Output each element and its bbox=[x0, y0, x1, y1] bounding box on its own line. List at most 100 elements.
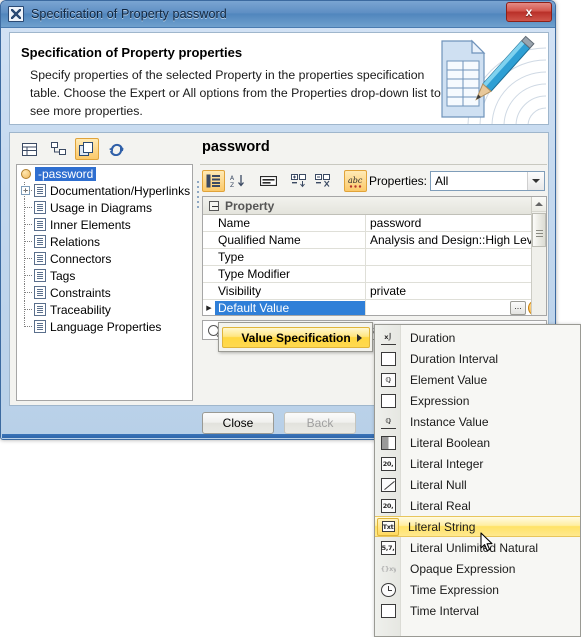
expand-all-icon[interactable] bbox=[288, 170, 311, 192]
menu-item-label: Literal Boolean bbox=[410, 435, 491, 450]
table-group-header[interactable]: Property bbox=[203, 197, 546, 215]
row-value[interactable] bbox=[365, 249, 546, 265]
menu-item-duration-interval[interactable]: Duration Interval bbox=[375, 348, 580, 369]
tree-toolbar bbox=[12, 136, 194, 162]
row-name: Default Value bbox=[215, 301, 365, 315]
collapse-all-icon[interactable] bbox=[312, 170, 335, 192]
tree-guide bbox=[21, 216, 34, 233]
sidebar-item-tags[interactable]: Tags bbox=[17, 267, 192, 284]
menu-item-instance-value[interactable]: ℚ Instance Value bbox=[375, 411, 580, 432]
menu-item-duration[interactable]: x⌡ Duration bbox=[375, 327, 580, 348]
literal-string-icon: Txt bbox=[377, 517, 399, 536]
menu-item-literal-null[interactable]: Literal Null bbox=[375, 474, 580, 495]
table-row[interactable]: Type Modifier bbox=[203, 266, 546, 283]
table-row-default-value[interactable]: ▶ Default Value ... bbox=[203, 300, 546, 315]
menu-item-label: Literal Null bbox=[410, 477, 467, 492]
menu-item-literal-integer[interactable]: 20, Literal Integer bbox=[375, 453, 580, 474]
properties-select-value: All bbox=[435, 174, 449, 188]
row-value[interactable]: Analysis and Design::High Level ... bbox=[365, 232, 546, 248]
menu-item-literal-string[interactable]: Txt Literal String bbox=[375, 516, 580, 537]
table-row[interactable]: Qualified Name Analysis and Design::High… bbox=[203, 232, 546, 249]
sidebar-item-traceability[interactable]: Traceability bbox=[17, 301, 192, 318]
properties-toolbar: A Z abc Properties: All bbox=[202, 168, 547, 195]
properties-select[interactable]: All bbox=[430, 171, 545, 191]
document-pencil-illustration bbox=[441, 35, 547, 124]
document-icon bbox=[34, 184, 46, 197]
chevron-down-icon[interactable] bbox=[527, 172, 544, 190]
literal-unlimited-natural-icon: 5,7, bbox=[375, 537, 401, 558]
submenu-arrow-icon bbox=[357, 333, 362, 342]
svg-text:Z: Z bbox=[230, 182, 234, 188]
menu-item-label: Expression bbox=[410, 393, 470, 408]
menu-item-time-interval[interactable]: Time Interval bbox=[375, 600, 580, 621]
tree-item-label: Relations bbox=[50, 234, 101, 249]
page-title: password bbox=[202, 139, 270, 155]
sidebar-item-usage-in-diagrams[interactable]: Usage in Diagrams bbox=[17, 199, 192, 216]
sidebar-item-documentation[interactable]: + Documentation/Hyperlinks bbox=[17, 182, 192, 199]
table-row[interactable]: Visibility private bbox=[203, 283, 546, 300]
svg-text:A: A bbox=[230, 175, 235, 182]
row-expand-marker[interactable]: ▶ bbox=[203, 304, 215, 312]
properties-table[interactable]: Property Name password Qualified Name An… bbox=[202, 196, 547, 316]
tree-view-icon[interactable] bbox=[46, 138, 70, 160]
menu-item-label: Duration Interval bbox=[410, 351, 499, 366]
panel-splitter[interactable] bbox=[196, 178, 200, 388]
row-value[interactable]: password bbox=[365, 215, 546, 231]
menu-item-expression[interactable]: Expression bbox=[375, 390, 580, 411]
menu-item-element-value[interactable]: ℚ Element Value bbox=[375, 369, 580, 390]
copy-view-icon[interactable] bbox=[75, 138, 99, 160]
menu-item-literal-unlimited-natural[interactable]: 5,7, Literal Unlimited Natural bbox=[375, 537, 580, 558]
divider bbox=[200, 164, 547, 165]
back-button[interactable]: Back bbox=[284, 412, 356, 434]
expand-icon[interactable]: + bbox=[21, 186, 30, 195]
table-view-icon[interactable] bbox=[17, 138, 41, 160]
sidebar-item-relations[interactable]: Relations bbox=[17, 233, 192, 250]
literal-boolean-icon bbox=[375, 432, 401, 453]
tree-guide bbox=[21, 199, 34, 216]
table-row[interactable]: Type bbox=[203, 249, 546, 266]
group-by-category-icon[interactable] bbox=[202, 170, 225, 192]
opaque-expression-icon: {}xy bbox=[380, 564, 396, 573]
property-icon bbox=[21, 168, 31, 179]
open-editor-button[interactable]: ... bbox=[510, 301, 526, 315]
tree-item-label: Inner Elements bbox=[50, 217, 131, 232]
sidebar-item-connectors[interactable]: Connectors bbox=[17, 250, 192, 267]
value-specification-submenu[interactable]: x⌡ Duration Duration Interval ℚ Element … bbox=[374, 324, 581, 637]
menu-item-literal-real[interactable]: 20, Literal Real bbox=[375, 495, 580, 516]
row-name: Type Modifier bbox=[218, 267, 291, 281]
menu-item-label: Element Value bbox=[410, 372, 488, 387]
tree-root[interactable]: -password bbox=[17, 165, 192, 182]
title-bar[interactable]: Specification of Property password x bbox=[1, 1, 555, 28]
row-value[interactable]: private bbox=[365, 283, 546, 299]
element-tree[interactable]: -password + Documentation/Hyperlinks Usa… bbox=[16, 164, 193, 401]
menu-item-opaque-expression[interactable]: {}xy Opaque Expression bbox=[375, 558, 580, 579]
row-value[interactable]: ... bbox=[365, 300, 546, 315]
spelling-icon[interactable]: abc bbox=[344, 170, 367, 192]
table-scrollbar[interactable] bbox=[531, 197, 546, 315]
close-button[interactable]: Close bbox=[202, 412, 274, 434]
scrollbar-thumb[interactable] bbox=[532, 213, 546, 247]
sidebar-item-constraints[interactable]: Constraints bbox=[17, 284, 192, 301]
table-row[interactable]: Name password bbox=[203, 215, 546, 232]
tree-item-label: Tags bbox=[50, 268, 76, 283]
sort-alphabetically-icon[interactable]: A Z bbox=[226, 170, 249, 192]
banner-title: Specification of Property properties bbox=[21, 45, 243, 60]
collapse-group-icon[interactable] bbox=[209, 200, 219, 211]
menu-item-literal-boolean[interactable]: Literal Boolean bbox=[375, 432, 580, 453]
refresh-icon[interactable] bbox=[104, 138, 128, 160]
scroll-up-button[interactable] bbox=[532, 197, 546, 212]
document-icon bbox=[34, 269, 46, 282]
menu-item-time-expression[interactable]: Time Expression bbox=[375, 579, 580, 600]
menu-item-value-specification[interactable]: Value Specification bbox=[222, 327, 370, 348]
row-value[interactable] bbox=[365, 266, 546, 282]
duration-icon: x⌡ bbox=[375, 327, 401, 348]
table-group-label: Property bbox=[225, 198, 275, 213]
document-icon bbox=[34, 235, 46, 248]
banner-description: Specify properties of the selected Prope… bbox=[30, 68, 441, 118]
sidebar-item-inner-elements[interactable]: Inner Elements bbox=[17, 216, 192, 233]
show-description-icon[interactable] bbox=[257, 170, 280, 192]
close-window-button[interactable]: x bbox=[506, 2, 552, 22]
document-icon bbox=[34, 252, 46, 265]
sidebar-item-language-properties[interactable]: Language Properties bbox=[17, 318, 192, 335]
literal-integer-icon: 20, bbox=[375, 453, 401, 474]
